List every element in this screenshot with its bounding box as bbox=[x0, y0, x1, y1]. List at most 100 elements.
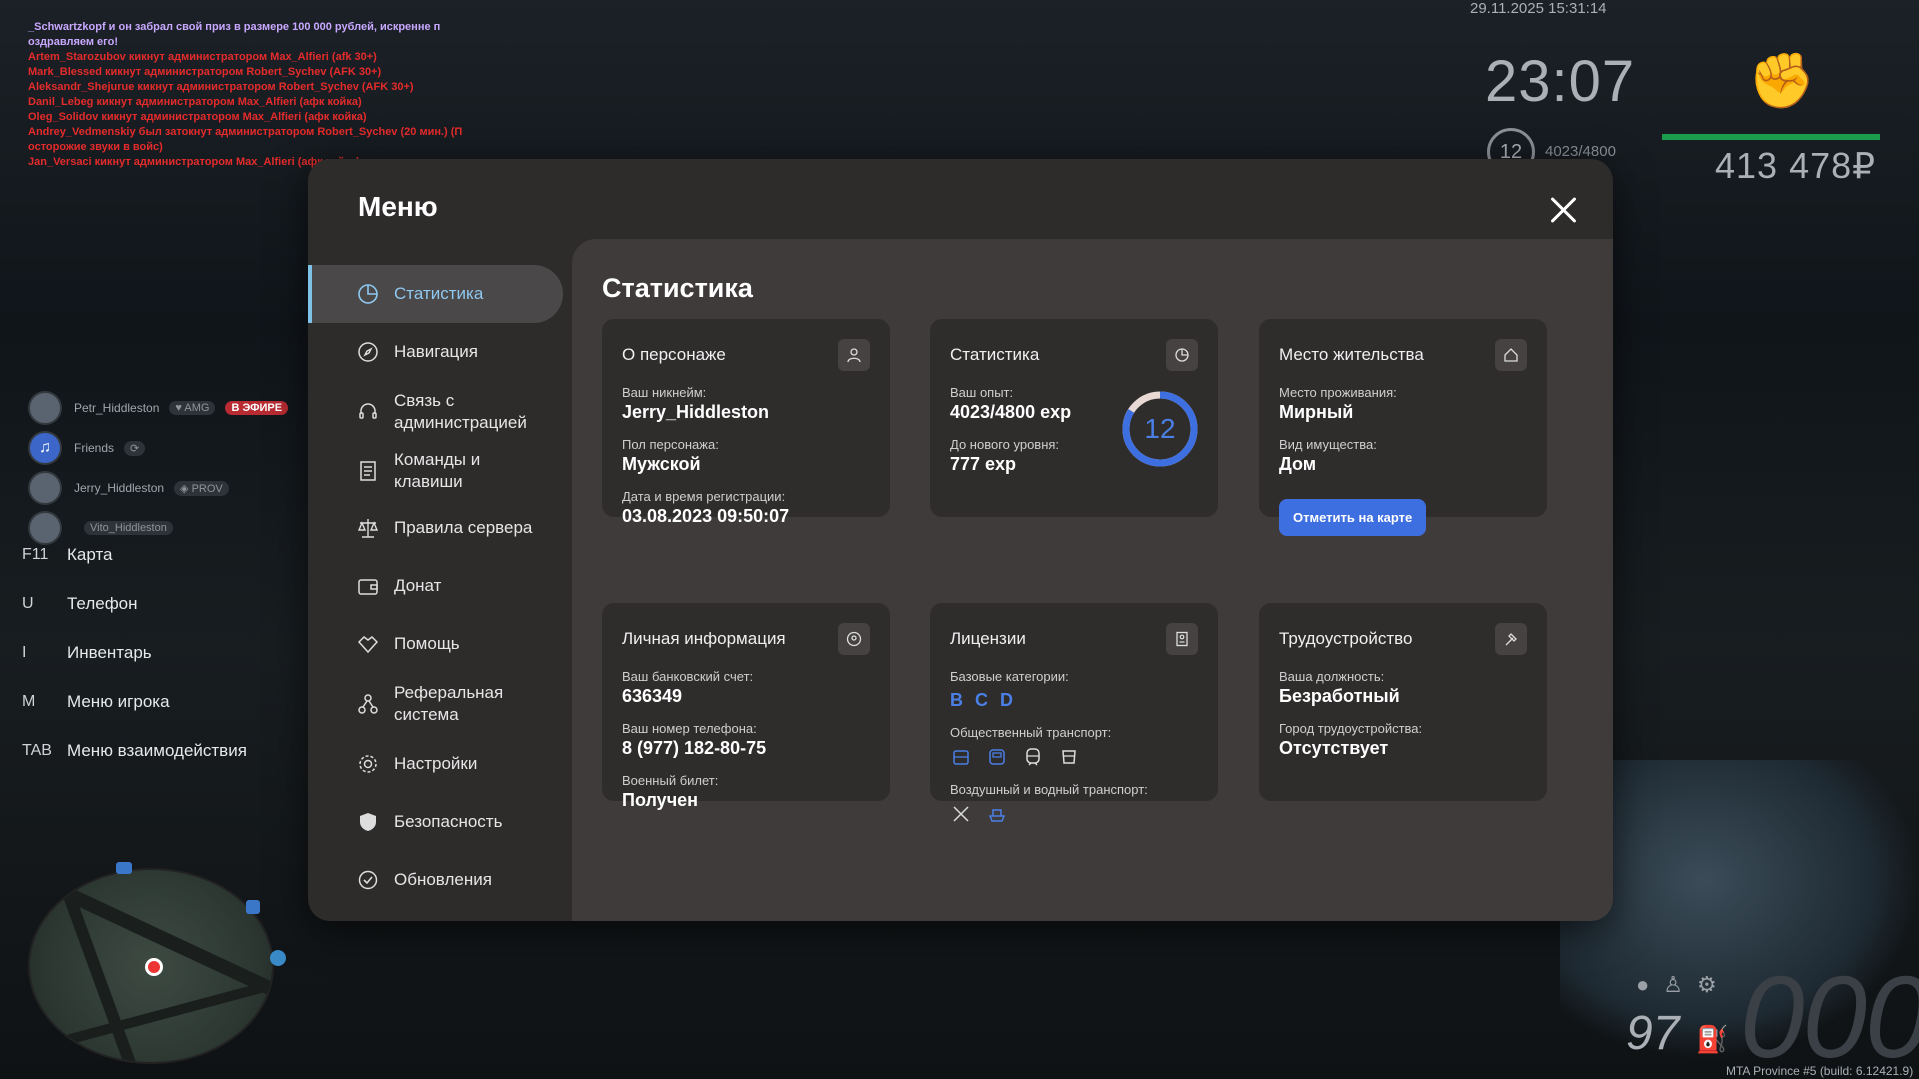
nav-item-security[interactable]: Безопасность bbox=[308, 793, 563, 851]
card-title: Трудоустройство bbox=[1279, 629, 1413, 648]
nav-label: Донат bbox=[394, 576, 442, 595]
license-icon bbox=[1166, 623, 1198, 655]
card-title: О персонаже bbox=[622, 345, 726, 364]
fist-icon: ✊ bbox=[1748, 51, 1816, 111]
vehicle-status-icons: ● ♙ ⚙ bbox=[1636, 972, 1717, 998]
level-ring: 12 bbox=[1120, 389, 1200, 469]
card-title: Лицензии bbox=[950, 629, 1026, 648]
field-label: Пол персонажа: bbox=[622, 437, 719, 452]
card-title: Статистика bbox=[950, 345, 1040, 364]
chat-line: Danil_Lebeg кикнут администратором Max_A… bbox=[28, 96, 362, 108]
chat-log: _Schwartzkopf и он забрал свой приз в ра… bbox=[28, 20, 498, 170]
card-statistics: Статистика Ваш опыт: 4023/4800 exp До но… bbox=[930, 319, 1218, 517]
category-b: B bbox=[950, 690, 963, 710]
key-label: TAB bbox=[22, 741, 52, 759]
card-personal-info: Личная информация Ваш банковский счет: 6… bbox=[602, 603, 890, 810]
hud-datetime: 29.11.2025 15:31:14 bbox=[1470, 0, 1607, 17]
chat-line: Artem_Starozubov кикнут администратором … bbox=[28, 51, 377, 63]
bank-account-value: 636349 bbox=[622, 686, 683, 706]
nav-item-commands[interactable]: Команды и клавиши bbox=[308, 443, 563, 499]
content-panel: Статистика О персонаже Ваш никнейм: Jerr… bbox=[572, 239, 1613, 921]
nav-item-help[interactable]: Помощь bbox=[308, 615, 563, 673]
keybind-row: U Телефон bbox=[22, 579, 247, 628]
keybind-action: Меню взаимодействия bbox=[67, 740, 247, 760]
handshake-icon bbox=[356, 632, 380, 656]
wallet-icon bbox=[356, 574, 380, 598]
voice-row: Petr_Hiddleston ♥ AMG В ЭФИРЕ bbox=[28, 388, 289, 428]
close-button[interactable] bbox=[1546, 193, 1580, 227]
nav-label: Статистика bbox=[394, 284, 484, 303]
air-water-transport-icons bbox=[950, 803, 1198, 825]
status-badge: ♥ AMG bbox=[169, 401, 216, 415]
fuel-level: 97 bbox=[1626, 1007, 1680, 1060]
public-transport-icons bbox=[950, 746, 1198, 768]
voice-name: Jerry_Hiddleston bbox=[74, 481, 165, 495]
key-label: M bbox=[22, 692, 36, 710]
nav-item-rules[interactable]: Правила сервера bbox=[308, 499, 563, 557]
nav-item-settings[interactable]: Настройки bbox=[308, 735, 563, 793]
keybind-action: Карта bbox=[67, 544, 113, 564]
health-bar bbox=[1662, 134, 1880, 140]
nav-item-updates[interactable]: Обновления bbox=[308, 851, 563, 909]
minimap[interactable] bbox=[28, 868, 274, 1064]
menu-window: Меню Статистика Навигация Связь с админи… bbox=[308, 159, 1613, 921]
keybind-row: M Меню игрока bbox=[22, 677, 247, 726]
pie-chart-icon bbox=[356, 282, 380, 306]
tram-icon bbox=[1058, 746, 1080, 768]
scales-icon bbox=[356, 516, 380, 540]
hud-clock: 23:07 bbox=[1485, 49, 1636, 114]
nav-item-statistics[interactable]: Статистика bbox=[308, 265, 563, 323]
category-d: D bbox=[1000, 690, 1013, 710]
registration-value: 03.08.2023 09:50:07 bbox=[622, 506, 790, 526]
gender-value: Мужской bbox=[622, 454, 701, 474]
boat-icon bbox=[986, 803, 1008, 825]
nav-item-navigation[interactable]: Навигация bbox=[308, 323, 563, 381]
gear-icon bbox=[356, 752, 380, 776]
pie-chart-icon bbox=[1166, 339, 1198, 371]
mark-on-map-button[interactable]: Отметить на карте bbox=[1279, 499, 1427, 536]
card-licenses: Лицензии Базовые категории: B C D Общест… bbox=[930, 603, 1218, 822]
chat-line: Aleksandr_Shejurue кикнут администраторо… bbox=[28, 81, 414, 93]
train-icon bbox=[1022, 746, 1044, 768]
nav-label: Обновления bbox=[394, 870, 492, 889]
nav-label: Навигация bbox=[394, 342, 478, 361]
speedometer: 000 bbox=[1740, 952, 1919, 1079]
field-label: Ваш номер телефона: bbox=[622, 721, 757, 736]
military-ticket-value: Получен bbox=[622, 790, 699, 810]
avatar bbox=[28, 391, 62, 425]
keybind-row: TAB Меню взаимодействия bbox=[22, 726, 247, 775]
trolleybus-icon bbox=[950, 746, 972, 768]
chat-line: осторожие звуки в войс) bbox=[28, 141, 163, 153]
field-label: Общественный транспорт: bbox=[950, 725, 1112, 740]
card-title: Личная информация bbox=[622, 629, 786, 648]
bus-icon bbox=[986, 746, 1008, 768]
nav-label: Правила сервера bbox=[394, 518, 533, 537]
user-icon bbox=[838, 339, 870, 371]
keybind-action: Телефон bbox=[67, 593, 138, 613]
hud-money: 413 478₽ bbox=[1715, 145, 1877, 186]
hud-exp: 4023/4800 bbox=[1545, 143, 1616, 160]
keybind-list: F11 Карта U Телефон I Инвентарь M Меню игрок… bbox=[22, 530, 247, 775]
nav-item-admin-contact[interactable]: Связь с администрацией bbox=[308, 381, 563, 443]
hammer-icon bbox=[1495, 623, 1527, 655]
job-city: Отсутствует bbox=[1279, 738, 1389, 758]
menu-nav: Статистика Навигация Связь с администрац… bbox=[308, 265, 563, 909]
field-label: Дата и время регистрации: bbox=[622, 489, 786, 504]
field-label: Город трудоустройства: bbox=[1279, 721, 1423, 736]
player-marker bbox=[145, 958, 163, 976]
keybind-row: I Инвентарь bbox=[22, 628, 247, 677]
refresh-icon: ⟳ bbox=[124, 440, 146, 456]
nav-item-referral[interactable]: Реферальная система bbox=[308, 673, 563, 735]
chat-line: Oleg_Solidov кикнут администратором Max_… bbox=[28, 111, 367, 123]
category-c: C bbox=[975, 690, 988, 710]
fuel-icon: ⛽ bbox=[1696, 1024, 1729, 1054]
nav-label: Настройки bbox=[394, 754, 478, 773]
voice-row: ♫ Friends ⟳ bbox=[28, 428, 288, 468]
nav-item-donate[interactable]: Донат bbox=[308, 557, 563, 615]
field-label: Место проживания: bbox=[1279, 385, 1397, 400]
voice-name: Friends bbox=[74, 441, 115, 455]
engine-icon: ⚙ bbox=[1697, 972, 1717, 997]
voice-name: Petr_Hiddleston bbox=[74, 401, 160, 415]
build-info: MTA Province #5 (build: 6.12421.9) bbox=[1726, 1064, 1914, 1078]
card-title: Место жительства bbox=[1279, 345, 1424, 364]
